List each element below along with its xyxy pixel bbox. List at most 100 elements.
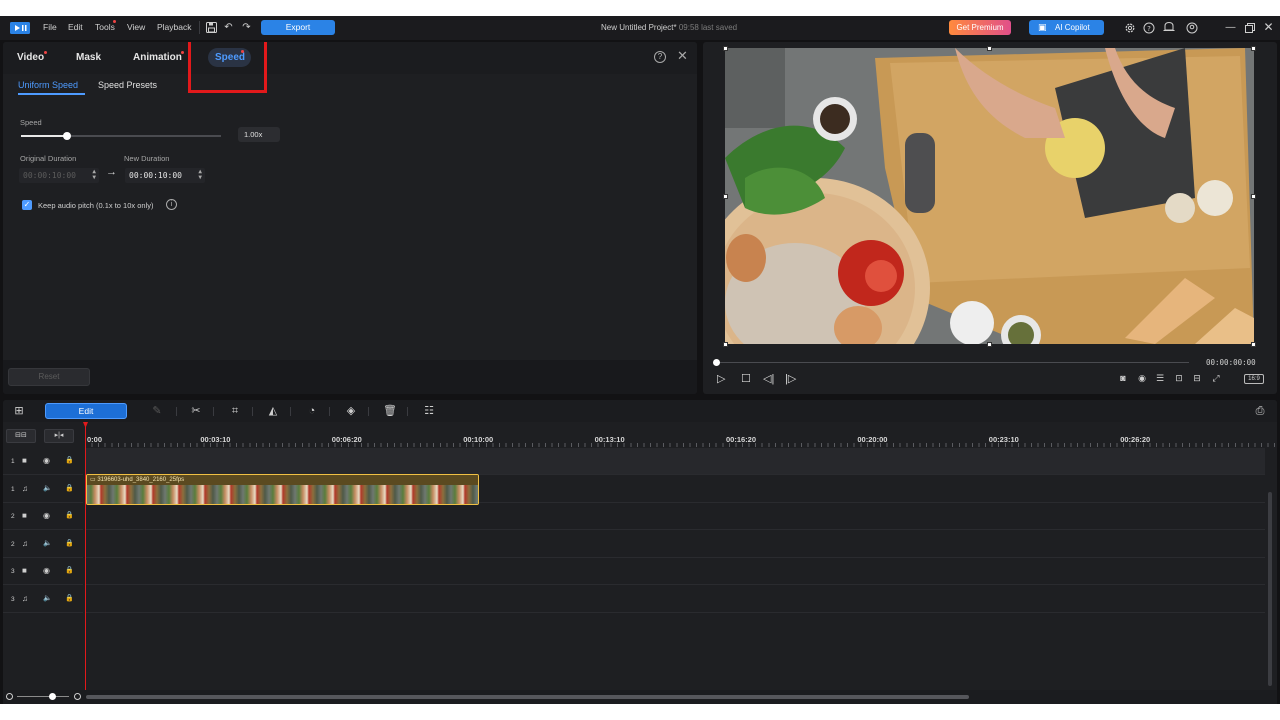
edit-button[interactable]: Edit: [45, 403, 127, 419]
fit-timeline-button[interactable]: ▸|◂: [44, 429, 74, 443]
track-lane-video[interactable]: [85, 503, 1265, 530]
get-premium-button[interactable]: Get Premium: [949, 20, 1011, 35]
lock-icon[interactable]: 🔒: [65, 566, 74, 574]
help-icon[interactable]: ?: [1143, 22, 1155, 34]
info-icon[interactable]: i: [166, 199, 177, 210]
mute-speaker-icon[interactable]: 🔈: [43, 594, 52, 602]
lock-icon[interactable]: 🔒: [65, 511, 74, 519]
speed-value-field[interactable]: 1.00x: [238, 127, 280, 142]
resize-handle[interactable]: [987, 46, 992, 51]
tab-video[interactable]: Video: [17, 52, 44, 63]
menu-file[interactable]: File: [43, 22, 57, 32]
mute-speaker-icon[interactable]: 🔈: [43, 484, 52, 492]
redo-icon[interactable]: ↷: [240, 21, 253, 34]
lock-icon[interactable]: 🔒: [65, 539, 74, 547]
mute-speaker-icon[interactable]: 🔈: [43, 539, 52, 547]
timeline-settings-icon[interactable]: ⎙: [1253, 404, 1267, 418]
gear-icon[interactable]: [1124, 22, 1136, 34]
play-icon[interactable]: ▷: [717, 372, 725, 385]
resize-handle[interactable]: [1251, 342, 1256, 347]
keyframe-icon[interactable]: ◈: [344, 404, 358, 418]
preview-quality-icon[interactable]: ◉: [1136, 373, 1148, 384]
track-lane-video[interactable]: [85, 558, 1265, 585]
divider: [252, 407, 253, 416]
speed-slider[interactable]: [21, 132, 221, 140]
question-icon[interactable]: ?: [654, 51, 666, 63]
playhead[interactable]: [85, 422, 86, 704]
visibility-eye-icon[interactable]: ◉: [43, 511, 50, 520]
resize-handle[interactable]: [723, 46, 728, 51]
visibility-eye-icon[interactable]: ◉: [43, 456, 50, 465]
new-duration-stepper-icon[interactable]: ▲ ▼: [198, 169, 202, 181]
zoom-icon[interactable]: ⊡: [1173, 373, 1185, 384]
resize-handle[interactable]: [987, 342, 992, 347]
keep-pitch-checkbox[interactable]: ✓: [22, 200, 32, 210]
resize-handle[interactable]: [723, 194, 728, 199]
tab-animation[interactable]: Animation: [133, 52, 182, 63]
close-icon[interactable]: ✕: [677, 48, 688, 64]
stop-icon[interactable]: ☐: [741, 372, 751, 385]
undo-icon[interactable]: ↶: [222, 21, 235, 34]
split-view-icon[interactable]: ⊟: [1191, 373, 1203, 384]
reset-button[interactable]: Reset: [8, 368, 90, 386]
subtab-speed-presets[interactable]: Speed Presets: [98, 80, 157, 90]
export-button[interactable]: Export: [261, 20, 335, 35]
resize-handle[interactable]: [1251, 46, 1256, 51]
zoom-in-icon[interactable]: [74, 693, 81, 700]
resize-handle[interactable]: [723, 342, 728, 347]
speed-slider-knob[interactable]: [63, 132, 71, 140]
menu-edit[interactable]: Edit: [68, 22, 83, 32]
new-duration-value: 00:00:10:00: [129, 171, 182, 180]
restore-icon[interactable]: [1245, 23, 1255, 33]
subtitles-icon[interactable]: ☰: [1154, 373, 1166, 384]
menu-view[interactable]: View: [127, 22, 145, 32]
next-frame-icon[interactable]: |▷: [785, 372, 796, 385]
trash-icon[interactable]: 🗑: [383, 404, 397, 418]
previous-frame-icon[interactable]: ◁|: [763, 372, 774, 385]
lock-icon[interactable]: 🔒: [65, 456, 74, 464]
account-icon[interactable]: [1186, 22, 1198, 34]
save-icon[interactable]: [206, 22, 217, 33]
snapshot-icon[interactable]: ◙: [1117, 373, 1129, 384]
timeline-vertical-scrollbar[interactable]: [1268, 492, 1272, 686]
fullscreen-icon[interactable]: ⤢: [1210, 373, 1222, 384]
visibility-eye-icon[interactable]: ◉: [43, 566, 50, 575]
crop-icon[interactable]: ⌗: [228, 404, 242, 418]
menu-playback[interactable]: Playback: [157, 22, 192, 32]
video-preview[interactable]: [725, 48, 1254, 344]
minimize-icon[interactable]: —: [1224, 21, 1237, 34]
video-clip[interactable]: ▭ 3196603-uhd_3840_2160_25fps: [86, 474, 479, 505]
timeline-zoom-slider[interactable]: [17, 696, 69, 697]
notification-bell-icon[interactable]: [1162, 21, 1176, 34]
timeline-zoom-knob[interactable]: [49, 693, 56, 700]
preview-scrubber-knob[interactable]: [713, 359, 720, 366]
lock-icon[interactable]: 🔒: [65, 594, 74, 602]
subtab-uniform-speed[interactable]: Uniform Speed: [18, 80, 78, 90]
preview-scrubber[interactable]: [717, 362, 1189, 363]
track-lane-audio[interactable]: [85, 586, 1265, 613]
split-scissors-icon[interactable]: ✂: [189, 404, 203, 418]
new-duration-field[interactable]: 00:00:10:00 ▲ ▼: [125, 168, 205, 183]
pen-icon[interactable]: ✎: [150, 404, 164, 418]
tab-mask[interactable]: Mask: [76, 52, 101, 63]
video-track-icon: ■: [22, 456, 27, 465]
speed-gauge-icon[interactable]: ◔: [305, 404, 319, 418]
zoom-out-icon[interactable]: [6, 693, 13, 700]
ai-copilot-button[interactable]: ▣ AI Copilot: [1029, 20, 1104, 35]
media-library-icon[interactable]: ⊞: [12, 404, 26, 418]
track-manager-button[interactable]: ⊟⊟: [6, 429, 36, 443]
more-tools-icon[interactable]: ☷: [422, 404, 436, 418]
timeline-horizontal-scrollbar[interactable]: [86, 695, 969, 699]
divider: [290, 407, 291, 416]
track-lane-video[interactable]: [85, 448, 1265, 475]
menu-tools[interactable]: Tools: [95, 22, 115, 32]
track-lane-audio[interactable]: [85, 531, 1265, 558]
resize-handle[interactable]: [1251, 194, 1256, 199]
close-window-icon[interactable]: ✕: [1262, 21, 1275, 34]
flip-icon[interactable]: ◭: [266, 404, 280, 418]
divider: [329, 407, 330, 416]
aspect-ratio-badge[interactable]: 16:9: [1244, 374, 1264, 384]
preview-panel: 00:00:00:00 ▷ ☐ ◁| |▷ ◙ ◉ ☰ ⊡ ⊟ ⤢ 16:9: [703, 42, 1277, 394]
audio-track-icon: ♫: [22, 593, 28, 603]
lock-icon[interactable]: 🔒: [65, 484, 74, 492]
